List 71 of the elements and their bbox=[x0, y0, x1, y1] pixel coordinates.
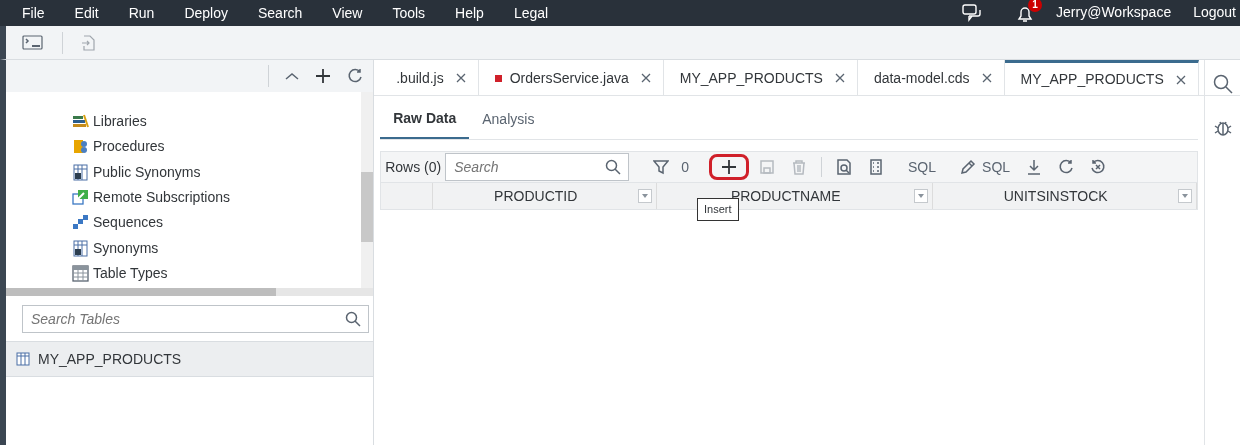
filter-icon bbox=[653, 159, 670, 175]
steps-icon bbox=[72, 214, 89, 232]
menu-item[interactable]: File bbox=[0, 2, 57, 24]
delete-icon bbox=[791, 159, 808, 175]
column-list-icon bbox=[868, 159, 885, 175]
menu-item[interactable]: Legal bbox=[501, 2, 561, 24]
tree-item[interactable]: Remote Subscriptions bbox=[93, 186, 230, 208]
dropdown-icon[interactable] bbox=[914, 189, 929, 203]
search-field[interactable]: Search bbox=[445, 153, 630, 181]
menu-item[interactable]: Help bbox=[443, 2, 496, 24]
search-icon[interactable] bbox=[1212, 74, 1233, 94]
editor-tab[interactable]: MY_APP_PRODUCTS bbox=[1004, 60, 1199, 96]
editor-tab[interactable]: MY_APP_PRODUCTS bbox=[663, 60, 858, 96]
user-name[interactable]: Jerry@Workspace bbox=[1056, 2, 1172, 24]
vertical-scrollbar[interactable] bbox=[361, 92, 374, 288]
add-icon[interactable] bbox=[315, 68, 332, 84]
tree-item[interactable]: Procedures bbox=[93, 136, 165, 158]
tooltip: Insert bbox=[697, 198, 739, 221]
add-icon bbox=[721, 159, 738, 175]
table-link-icon bbox=[72, 239, 89, 257]
tree-item[interactable]: Synonyms bbox=[93, 237, 159, 259]
edit-sql-button[interactable]: SQL bbox=[954, 154, 1017, 180]
sql-console-icon[interactable] bbox=[22, 34, 44, 51]
column-header[interactable]: PRODUCTID bbox=[433, 183, 658, 209]
search-icon[interactable] bbox=[605, 159, 622, 175]
row-count: Rows (0) bbox=[384, 157, 442, 177]
tree-item[interactable]: Public Synonyms bbox=[93, 161, 201, 183]
menu-item[interactable]: Deploy bbox=[172, 2, 240, 24]
refresh-icon[interactable] bbox=[347, 68, 364, 84]
tree-item[interactable]: Table Types bbox=[93, 262, 168, 284]
menu-item[interactable]: Search bbox=[245, 2, 315, 24]
modified-icon bbox=[494, 74, 502, 82]
preview-icon bbox=[836, 159, 853, 175]
dropdown-icon[interactable] bbox=[1178, 189, 1193, 203]
close-icon[interactable] bbox=[1175, 74, 1186, 85]
horizontal-scrollbar[interactable] bbox=[6, 288, 374, 296]
refresh-icon bbox=[1058, 159, 1075, 175]
column-header[interactable]: UNITSINSTOCK bbox=[933, 183, 1198, 209]
dropdown-icon[interactable] bbox=[638, 189, 653, 203]
view-tab[interactable]: Analysis bbox=[469, 100, 548, 139]
menu-item[interactable]: View bbox=[320, 2, 375, 24]
reset-icon bbox=[1090, 159, 1107, 175]
editor-tab[interactable]: .build.js bbox=[380, 60, 479, 96]
tree-item[interactable]: Libraries bbox=[93, 111, 147, 133]
procedure-icon bbox=[72, 138, 89, 156]
search-field[interactable]: Search Tables bbox=[22, 305, 370, 333]
close-icon[interactable] bbox=[455, 73, 466, 83]
menu-item[interactable]: Edit bbox=[62, 2, 111, 24]
close-icon[interactable] bbox=[834, 73, 845, 83]
table-link-icon bbox=[72, 163, 89, 181]
table-list-item[interactable]: MY_APP_PRODUCTS bbox=[6, 341, 374, 377]
view-tab[interactable]: Raw Data bbox=[380, 100, 470, 139]
menu-item[interactable]: Run bbox=[116, 2, 167, 24]
editor-tab[interactable]: OrdersService.java bbox=[478, 60, 664, 96]
add-button[interactable] bbox=[709, 154, 750, 180]
logout-link[interactable]: Logout bbox=[1193, 2, 1236, 24]
table-icon bbox=[16, 352, 30, 366]
sql-button[interactable]: SQL bbox=[902, 154, 943, 180]
save-icon bbox=[759, 159, 776, 175]
table-icon bbox=[72, 264, 89, 282]
menu-item[interactable]: Tools bbox=[380, 2, 438, 24]
close-icon[interactable] bbox=[981, 73, 992, 83]
download-icon bbox=[1026, 159, 1043, 175]
remote-arrow-icon bbox=[72, 188, 89, 206]
close-icon[interactable] bbox=[640, 73, 651, 83]
editor-tab[interactable]: data-model.cds bbox=[857, 60, 1005, 96]
tree-item[interactable]: Sequences bbox=[93, 212, 164, 234]
search-icon[interactable] bbox=[345, 311, 362, 327]
filter-button[interactable]: 0 bbox=[647, 154, 696, 180]
notification-count: 1 bbox=[1028, 0, 1043, 13]
collapse-icon[interactable] bbox=[285, 71, 300, 81]
